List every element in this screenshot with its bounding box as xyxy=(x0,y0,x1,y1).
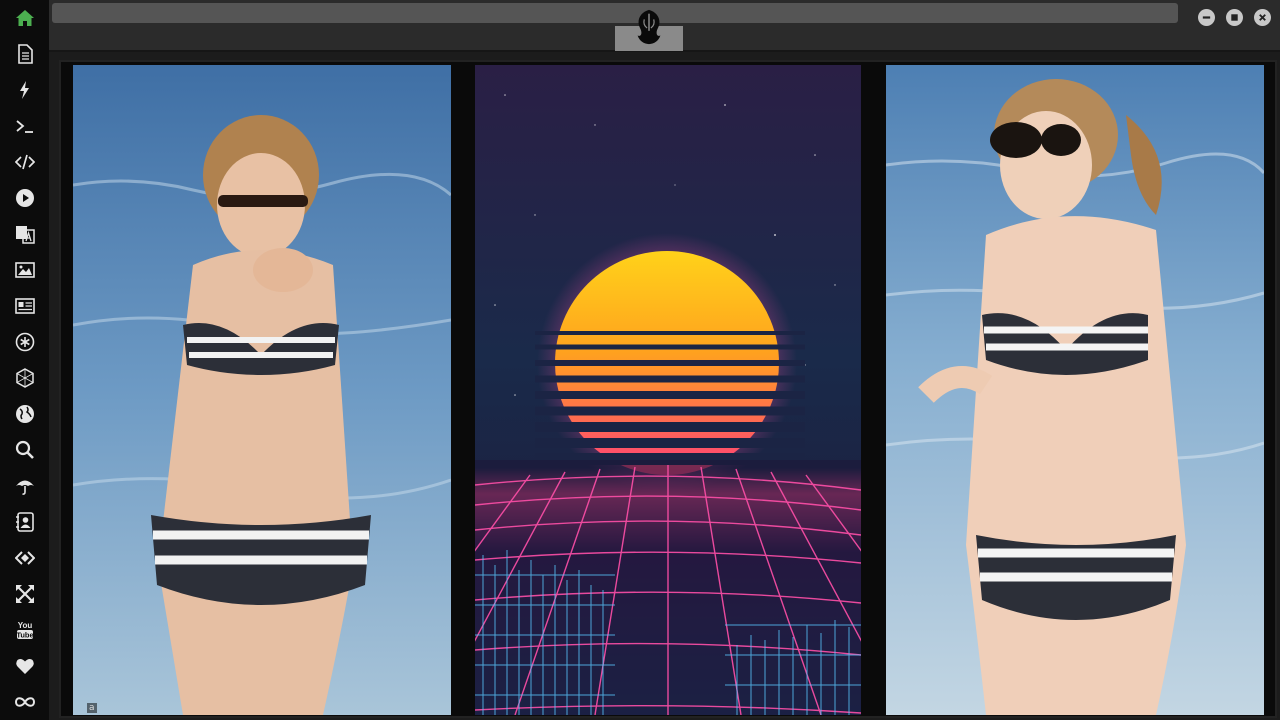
contact-icon xyxy=(15,512,34,532)
top-bar xyxy=(49,0,1280,52)
sidebar-item-lightning[interactable] xyxy=(0,72,49,108)
document-icon xyxy=(17,44,33,64)
beach-photo-left[interactable]: a xyxy=(73,65,451,715)
sidebar-item-asterisk[interactable] xyxy=(0,324,49,360)
translate-icon xyxy=(15,226,35,244)
sidebar-item-newspaper[interactable] xyxy=(0,288,49,324)
lightning-icon xyxy=(19,81,29,99)
sidebar-item-contact[interactable] xyxy=(0,504,49,540)
sidebar-item-youtube[interactable]: You Tube xyxy=(0,612,49,648)
infinity-icon xyxy=(14,697,35,707)
maximize-button[interactable] xyxy=(1226,9,1243,26)
code-icon xyxy=(14,154,35,170)
umbrella-icon xyxy=(15,480,34,495)
minimize-button[interactable] xyxy=(1198,9,1215,26)
globe-icon xyxy=(15,405,34,423)
minimize-icon xyxy=(1202,16,1211,19)
heart-icon xyxy=(15,659,34,674)
maximize-icon xyxy=(1231,14,1238,21)
home-icon xyxy=(15,10,34,26)
sidebar-item-heart[interactable] xyxy=(0,648,49,684)
newspaper-icon xyxy=(14,298,35,314)
sidebar-item-expand[interactable] xyxy=(0,576,49,612)
image-gallery: a xyxy=(59,60,1277,718)
search-icon xyxy=(15,440,34,459)
beach-photo-right[interactable] xyxy=(886,65,1264,715)
address-bar[interactable] xyxy=(52,3,1178,23)
sidebar-item-search[interactable] xyxy=(0,432,49,468)
close-icon xyxy=(1259,14,1266,21)
main-area: a xyxy=(49,0,1280,720)
rebel-alliance-logo-icon[interactable] xyxy=(630,8,668,46)
sidebar-item-document[interactable] xyxy=(0,36,49,72)
asterisk-icon xyxy=(15,332,34,352)
image-caption: a xyxy=(87,703,97,713)
sidebar: You Tube xyxy=(0,0,49,720)
sidebar-item-play[interactable] xyxy=(0,180,49,216)
synthwave-sunset[interactable] xyxy=(475,65,861,715)
code-diamond-icon xyxy=(14,551,35,565)
sidebar-item-translate[interactable] xyxy=(0,216,49,252)
image-icon xyxy=(14,262,35,278)
sidebar-item-umbrella[interactable] xyxy=(0,468,49,504)
sidebar-item-code-diamond[interactable] xyxy=(0,540,49,576)
svg-text:You: You xyxy=(17,621,32,630)
hexagon-icon xyxy=(15,368,34,388)
sidebar-item-globe[interactable] xyxy=(0,396,49,432)
youtube-icon: You Tube xyxy=(16,621,33,640)
sidebar-item-code[interactable] xyxy=(0,144,49,180)
close-button[interactable] xyxy=(1254,9,1271,26)
play-icon xyxy=(15,189,34,207)
sidebar-item-terminal[interactable] xyxy=(0,108,49,144)
sidebar-item-hexagon[interactable] xyxy=(0,360,49,396)
terminal-icon xyxy=(15,120,33,133)
sidebar-item-infinity[interactable] xyxy=(0,684,49,720)
expand-icon xyxy=(15,585,34,603)
sidebar-item-image[interactable] xyxy=(0,252,49,288)
sidebar-item-home[interactable] xyxy=(0,0,49,36)
svg-text:Tube: Tube xyxy=(16,631,33,640)
